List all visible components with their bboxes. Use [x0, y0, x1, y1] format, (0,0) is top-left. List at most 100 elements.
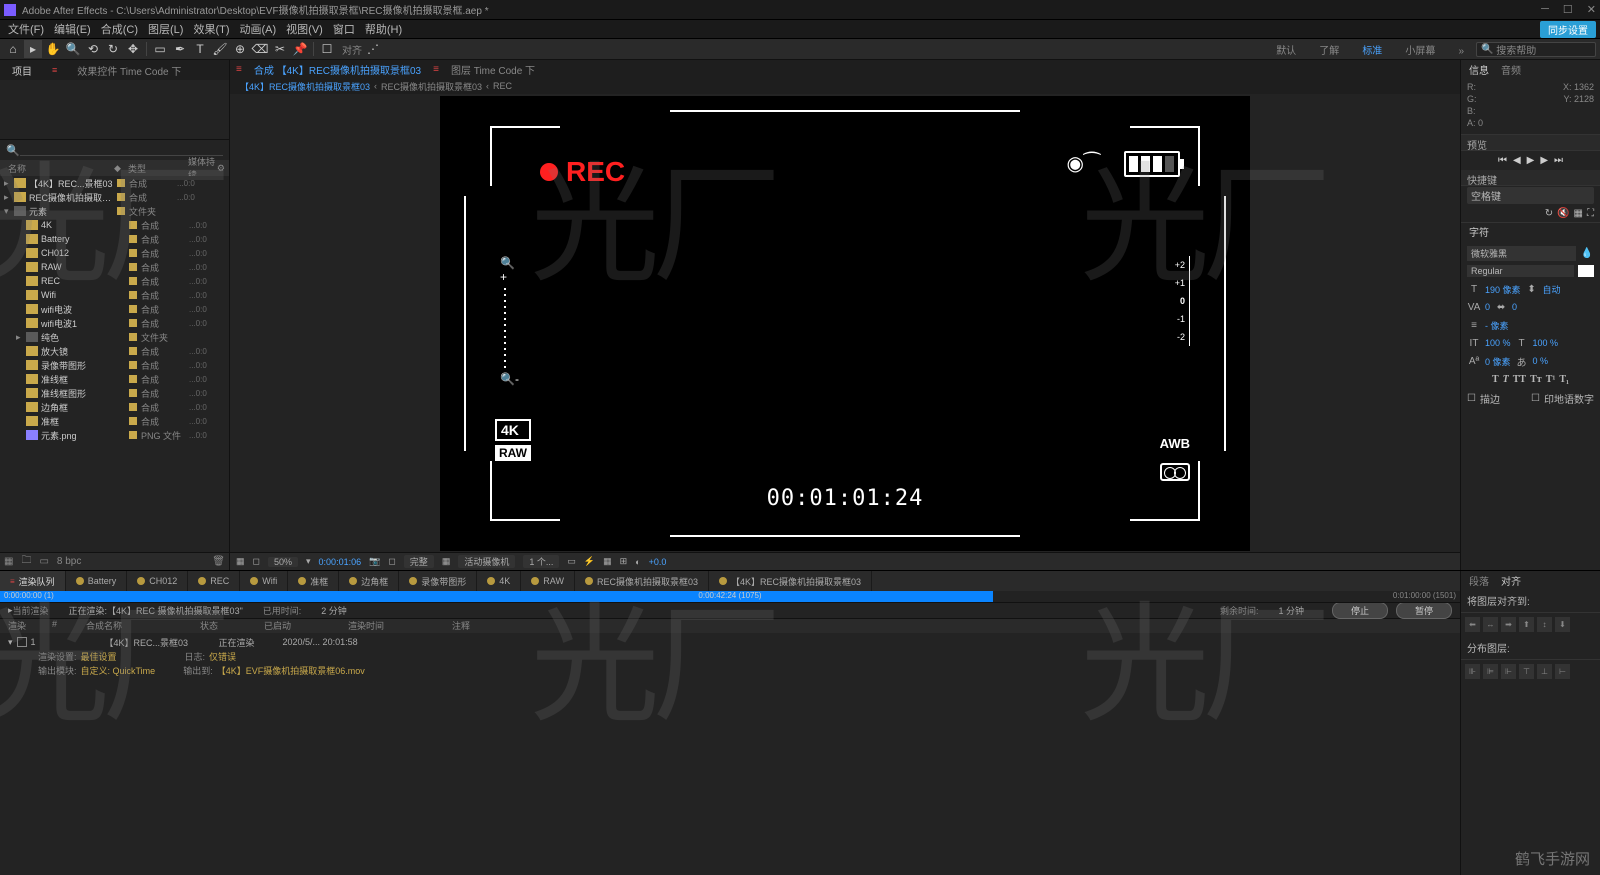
res-down-icon[interactable]: ▾: [306, 556, 311, 567]
align-vcenter-icon[interactable]: ↕: [1537, 617, 1552, 632]
viewer-tab-layer[interactable]: 图层 Time Code 下: [445, 62, 541, 77]
dist-1-icon[interactable]: ⊪: [1465, 664, 1480, 679]
shortcut-dropdown[interactable]: 空格键: [1467, 187, 1594, 204]
fill-swatch[interactable]: [1578, 265, 1594, 277]
exposure-value[interactable]: +0.0: [649, 557, 667, 567]
menu-layer[interactable]: 图层(L): [144, 21, 187, 37]
menu-file[interactable]: 文件(F): [4, 21, 48, 37]
output-path-link[interactable]: 【4K】EVF摄像机拍摄取景框06.mov: [217, 664, 365, 677]
camera-dropdown[interactable]: 活动摄像机: [458, 555, 515, 568]
allcaps-icon[interactable]: TT: [1513, 374, 1526, 385]
project-item[interactable]: REC合成...0:0: [0, 274, 229, 288]
snap-opt-icon[interactable]: ⋰: [364, 40, 382, 58]
leading-input[interactable]: 自动: [1543, 283, 1561, 296]
col-type[interactable]: 类型: [128, 162, 188, 175]
pause-button[interactable]: 暂停: [1396, 602, 1452, 619]
viewer-tab-comp[interactable]: 合成 【4K】REC摄像机拍摄取景框03: [248, 62, 427, 77]
tab-align[interactable]: 对齐: [1497, 573, 1525, 588]
align-right-icon[interactable]: ➡: [1501, 617, 1516, 632]
vscale-input[interactable]: 100 %: [1485, 338, 1511, 348]
col-tag-icon[interactable]: ◆: [114, 163, 128, 174]
anchor-tool-icon[interactable]: ✥: [124, 40, 142, 58]
project-item[interactable]: Battery合成...0:0: [0, 232, 229, 246]
subscript-icon[interactable]: T₁: [1559, 374, 1569, 385]
menu-composition[interactable]: 合成(C): [97, 21, 142, 37]
next-frame-icon[interactable]: ▶: [1540, 155, 1548, 166]
resolution-dropdown[interactable]: 完整: [404, 555, 434, 568]
sync-badge[interactable]: 同步设置: [1540, 21, 1596, 38]
project-item[interactable]: 4K合成...0:0: [0, 218, 229, 232]
snapshot-icon[interactable]: 📷: [369, 556, 380, 567]
output-module-link[interactable]: 自定义: QuickTime: [81, 664, 156, 677]
project-item[interactable]: 元素.pngPNG 文件...0:0: [0, 428, 229, 442]
grid-icon[interactable]: ▦: [442, 556, 451, 567]
viewer-tab-close-icon[interactable]: ≡: [236, 64, 242, 75]
roto-tool-icon[interactable]: ✂: [271, 40, 289, 58]
pixel-aspect-icon[interactable]: ▭: [567, 556, 576, 567]
project-item[interactable]: ▸纯色文件夹: [0, 330, 229, 344]
viewer-tab-close-icon[interactable]: ≡: [433, 64, 439, 75]
timeline-tab[interactable]: RAW: [521, 571, 575, 591]
overlay-icon[interactable]: ▦: [1574, 208, 1583, 219]
fast-preview-icon[interactable]: ⚡: [584, 556, 595, 567]
hscale-input[interactable]: 100 %: [1533, 338, 1559, 348]
project-item[interactable]: 准线框合成...0:0: [0, 372, 229, 386]
menu-help[interactable]: 帮助(H): [361, 21, 406, 37]
stop-button[interactable]: 停止: [1332, 602, 1388, 619]
bpc-button[interactable]: 8 bpc: [57, 556, 81, 567]
close-icon[interactable]: ✕: [1587, 3, 1596, 16]
col-name[interactable]: 名称: [4, 162, 114, 175]
selection-tool-icon[interactable]: ▸: [24, 40, 42, 58]
help-search[interactable]: 🔍 搜索帮助: [1476, 42, 1596, 57]
puppet-tool-icon[interactable]: 📌: [291, 40, 309, 58]
delete-icon[interactable]: 🗑: [212, 556, 225, 567]
mask-icon[interactable]: ◻: [253, 556, 260, 567]
crumb-mid[interactable]: REC摄像机拍摄取景框03: [381, 80, 482, 93]
dist-2-icon[interactable]: ⊫: [1483, 664, 1498, 679]
log-dropdown[interactable]: 仅错误: [209, 650, 236, 663]
timeline-tab[interactable]: 【4K】REC摄像机拍摄取景框03: [709, 571, 872, 591]
hand-tool-icon[interactable]: ✋: [44, 40, 62, 58]
current-time[interactable]: 0:00:01:06: [319, 557, 362, 567]
project-item[interactable]: 边角框合成...0:0: [0, 400, 229, 414]
brush-tool-icon[interactable]: 🖌: [211, 40, 229, 58]
last-frame-icon[interactable]: ⏭: [1554, 155, 1563, 166]
tab-project[interactable]: 项目: [6, 63, 38, 78]
menu-animation[interactable]: 动画(A): [236, 21, 281, 37]
bold-icon[interactable]: T: [1492, 374, 1499, 385]
tab-close-icon[interactable]: ≡: [46, 65, 63, 75]
disclosure-icon[interactable]: ▾: [8, 637, 13, 648]
crumb-root[interactable]: 【4K】REC摄像机拍摄取景框03: [240, 80, 370, 93]
align-hcenter-icon[interactable]: ↔: [1483, 617, 1498, 632]
menu-edit[interactable]: 编辑(E): [50, 21, 95, 37]
italic-icon[interactable]: T: [1503, 374, 1509, 385]
zoom-dropdown[interactable]: 50%: [268, 557, 298, 567]
tab-audio[interactable]: 音频: [1497, 62, 1525, 77]
align-bottom-icon[interactable]: ⬇: [1555, 617, 1570, 632]
tab-character[interactable]: 字符: [1465, 224, 1493, 239]
timeline-tab[interactable]: 录像带图形: [399, 571, 477, 591]
pen-tool-icon[interactable]: ✒: [171, 40, 189, 58]
kerning-input[interactable]: 0: [1485, 302, 1490, 312]
exposure-reset-icon[interactable]: ◐: [635, 557, 640, 567]
timeline-tab[interactable]: Wifi: [240, 571, 288, 591]
maximize-icon[interactable]: ☐: [1563, 3, 1573, 16]
hindi-checkbox[interactable]: ☐: [1531, 393, 1540, 404]
menu-view[interactable]: 视图(V): [282, 21, 327, 37]
project-item[interactable]: RAW合成...0:0: [0, 260, 229, 274]
tab-effect-controls[interactable]: 效果控件 Time Code 下: [71, 63, 187, 78]
dist-4-icon[interactable]: ⊤: [1519, 664, 1534, 679]
new-comp-icon[interactable]: ▭: [39, 556, 48, 567]
workspace-learn[interactable]: 了解: [1319, 46, 1339, 57]
workspace-default[interactable]: 默认: [1276, 46, 1296, 57]
dist-5-icon[interactable]: ⊥: [1537, 664, 1552, 679]
baseline-input[interactable]: 0 像素: [1485, 355, 1511, 368]
superscript-icon[interactable]: T¹: [1546, 374, 1556, 385]
project-item[interactable]: ▸REC摄像机拍摄取景框03合成...0:0: [0, 190, 229, 204]
zoom-tool-icon[interactable]: 🔍: [64, 40, 82, 58]
home-icon[interactable]: ⌂: [4, 40, 22, 58]
full-icon[interactable]: ⛶: [1587, 208, 1594, 219]
first-frame-icon[interactable]: ⏮: [1498, 155, 1507, 166]
project-item[interactable]: CH012合成...0:0: [0, 246, 229, 260]
tab-info[interactable]: 信息: [1465, 62, 1493, 77]
